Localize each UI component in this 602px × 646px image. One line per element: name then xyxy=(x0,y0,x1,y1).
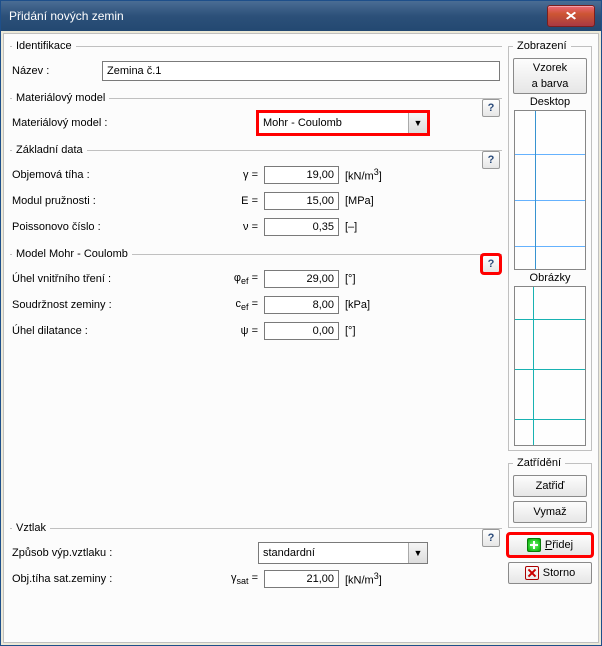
button-vzorek-line2: a barva xyxy=(532,78,569,90)
label-gsat: Obj.tíha sat.zeminy : xyxy=(12,573,142,585)
label-nu: Poissonovo číslo : xyxy=(12,221,142,233)
label-nazev: Název : xyxy=(12,65,102,77)
symbol-c: cef = xyxy=(142,298,264,312)
group-material-model: Materiálový model ? Materiálový model : … xyxy=(10,92,502,138)
button-vymaz[interactable]: Vymaž xyxy=(513,501,587,523)
unit-E: [MPa] xyxy=(339,195,374,207)
plus-icon xyxy=(527,538,541,552)
button-vzorek-line1: Vzorek xyxy=(533,62,567,74)
input-nu[interactable] xyxy=(264,218,339,236)
input-phi[interactable] xyxy=(264,270,339,288)
button-zatrid[interactable]: Zatřiď xyxy=(513,475,587,497)
window-title: Přidání nových zemin xyxy=(9,9,124,23)
symbol-phi: φef = xyxy=(142,272,264,286)
symbol-nu: ν = xyxy=(142,221,264,233)
dropdown-material-model[interactable]: Mohr - Coulomb ▼ xyxy=(258,112,428,134)
label-vztlak-mode: Způsob výp.vztlaku : xyxy=(12,547,258,559)
main-panel: Identifikace Název : Materiálový model ?… xyxy=(4,34,508,642)
dialog-body: Identifikace Název : Materiálový model ?… xyxy=(3,33,599,643)
unit-gsat: [kN/m3] xyxy=(339,571,382,587)
label-desktop: Desktop xyxy=(513,96,587,108)
symbol-gamma: γ = xyxy=(142,169,264,181)
label-gamma: Objemová tíha : xyxy=(12,169,142,181)
dropdown-vztlak-mode[interactable]: standardní ▼ xyxy=(258,542,428,564)
help-icon[interactable]: ? xyxy=(482,151,500,169)
button-pridej[interactable]: Přidej xyxy=(508,534,592,556)
symbol-E: E = xyxy=(142,195,264,207)
input-psi[interactable] xyxy=(264,322,339,340)
label-phi: Úhel vnitřního tření : xyxy=(12,273,142,285)
dropdown-material-model-value: Mohr - Coulomb xyxy=(259,117,408,129)
legend-zobrazeni: Zobrazení xyxy=(513,40,571,52)
group-identifikace: Identifikace Název : xyxy=(10,40,502,86)
unit-phi: [°] xyxy=(339,273,356,285)
unit-c: [kPa] xyxy=(339,299,370,311)
chevron-down-icon: ▼ xyxy=(408,113,427,133)
legend-material-model: Materiálový model xyxy=(12,92,109,104)
unit-nu: [–] xyxy=(339,221,357,233)
group-mohr-coulomb: Model Mohr - Coulomb ? Úhel vnitřního tř… xyxy=(10,248,502,346)
preview-desktop xyxy=(514,110,586,270)
window-close-button[interactable]: ✕ xyxy=(547,5,595,27)
input-gsat[interactable] xyxy=(264,570,339,588)
label-obrazky: Obrázky xyxy=(513,272,587,284)
input-gamma[interactable] xyxy=(264,166,339,184)
group-zatrideni: Zatřídění Zatřiď Vymaž xyxy=(508,457,592,528)
group-zobrazeni: Zobrazení Vzorek a barva Desktop Obrázky xyxy=(508,40,592,451)
preview-obrazky xyxy=(514,286,586,446)
label-material-model: Materiálový model : xyxy=(12,117,258,129)
button-vzorek-barva[interactable]: Vzorek a barva xyxy=(513,58,587,94)
symbol-psi: ψ = xyxy=(142,325,264,337)
help-icon[interactable]: ? xyxy=(482,255,500,273)
group-zakladni-data: Základní data ? Objemová tíha : γ = [kN/… xyxy=(10,144,502,242)
chevron-down-icon: ▼ xyxy=(408,543,427,563)
label-c: Soudržnost zeminy : xyxy=(12,299,142,311)
input-E[interactable] xyxy=(264,192,339,210)
legend-zakladni: Základní data xyxy=(12,144,87,156)
unit-psi: [°] xyxy=(339,325,356,337)
legend-vztlak: Vztlak xyxy=(12,522,50,534)
title-bar: Přidání nových zemin ✕ xyxy=(1,1,601,31)
input-c[interactable] xyxy=(264,296,339,314)
dialog-window: Přidání nových zemin ✕ Identifikace Náze… xyxy=(0,0,602,646)
input-nazev[interactable] xyxy=(102,61,500,81)
button-storno[interactable]: Storno xyxy=(508,562,592,584)
help-icon[interactable]: ? xyxy=(482,99,500,117)
group-vztlak: Vztlak ? Způsob výp.vztlaku : standardní… xyxy=(10,522,502,594)
help-icon[interactable]: ? xyxy=(482,529,500,547)
close-icon: ✕ xyxy=(564,9,577,23)
cancel-icon xyxy=(525,566,539,580)
unit-gamma: [kN/m3] xyxy=(339,167,382,183)
dropdown-vztlak-value: standardní xyxy=(259,547,408,559)
symbol-gsat: γsat = xyxy=(142,572,264,586)
legend-identifikace: Identifikace xyxy=(12,40,76,52)
side-panel: Zobrazení Vzorek a barva Desktop Obrázky… xyxy=(508,34,598,642)
legend-mohr: Model Mohr - Coulomb xyxy=(12,248,132,260)
label-E: Modul pružnosti : xyxy=(12,195,142,207)
label-psi: Úhel dilatance : xyxy=(12,325,142,337)
spacer xyxy=(10,352,502,522)
legend-zatrideni: Zatřídění xyxy=(513,457,565,469)
